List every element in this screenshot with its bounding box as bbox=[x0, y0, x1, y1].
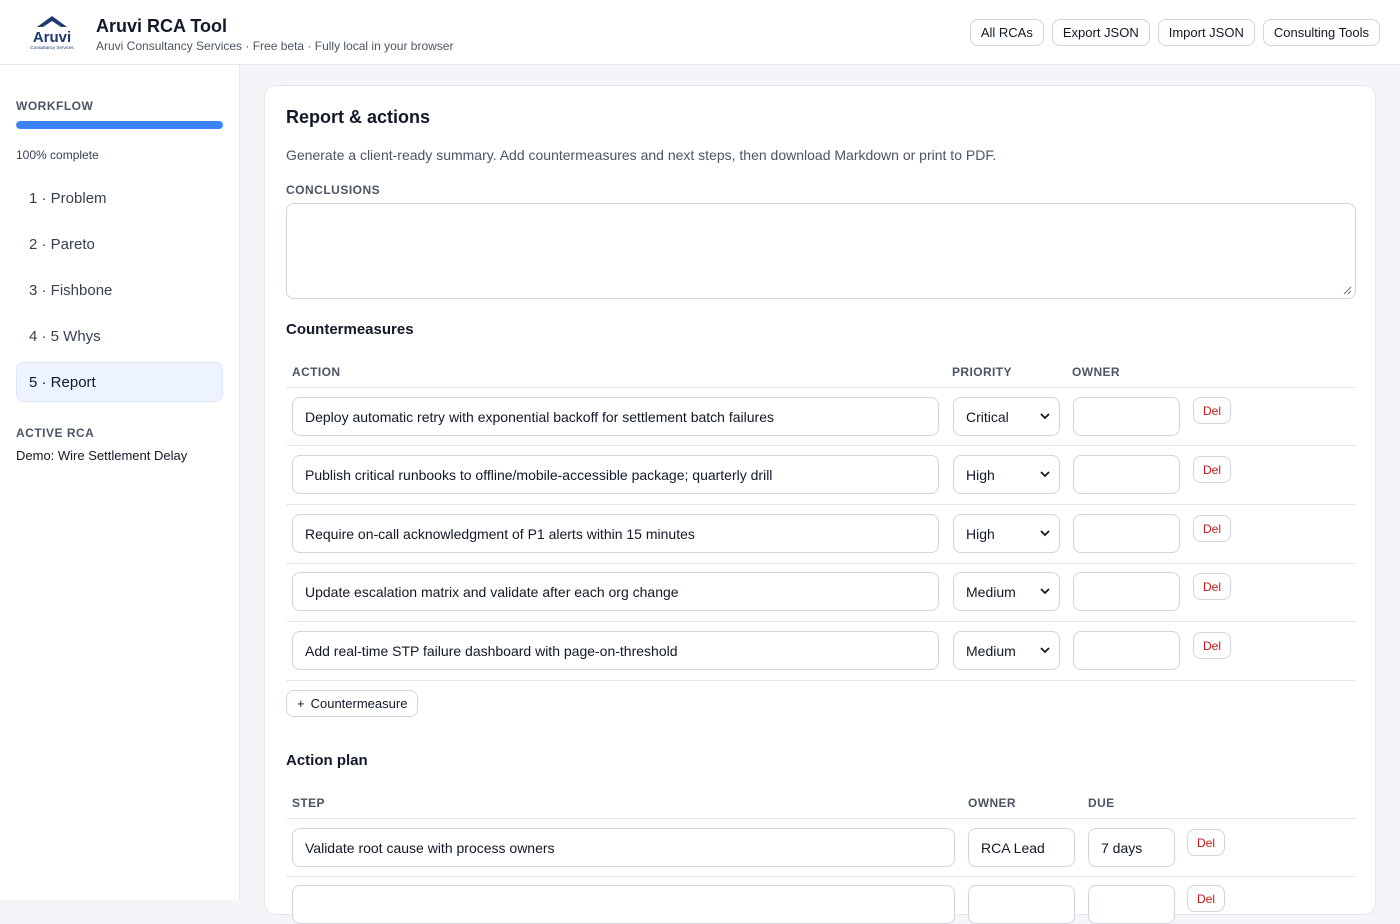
sidebar-step-fishbone[interactable]: 3 · Fishbone bbox=[16, 270, 223, 310]
page-title: Report & actions bbox=[286, 107, 431, 127]
svg-text:Aruvi: Aruvi bbox=[33, 29, 71, 46]
owner-input[interactable] bbox=[1073, 631, 1180, 670]
consulting-tools-button[interactable]: Consulting Tools bbox=[1262, 19, 1380, 46]
resize-grip-icon[interactable] bbox=[1342, 285, 1352, 295]
priority-value: High bbox=[966, 466, 995, 483]
delete-button[interactable]: Del bbox=[1193, 515, 1232, 542]
export-json-button[interactable]: Export JSON bbox=[1051, 19, 1150, 46]
priority-value: Medium bbox=[966, 642, 1016, 659]
action-due-input[interactable]: 7 days bbox=[1088, 828, 1175, 867]
progress-text: 100% complete bbox=[16, 148, 99, 162]
app-subtitle: Aruvi Consultancy Services · Free beta ·… bbox=[96, 39, 454, 53]
workflow-label: WORKFLOW bbox=[16, 99, 94, 113]
countermeasure-action-input[interactable]: Update escalation matrix and validate af… bbox=[292, 572, 939, 611]
owner-input[interactable] bbox=[1073, 397, 1180, 436]
workflow-steps: 1 · Problem 2 · Pareto 3 · Fishbone 4 · … bbox=[16, 178, 223, 408]
row-divider bbox=[286, 445, 1356, 446]
row-divider bbox=[286, 563, 1356, 564]
countermeasure-action-input[interactable]: Require on-call acknowledgment of P1 ale… bbox=[292, 514, 939, 553]
sidebar-step-problem[interactable]: 1 · Problem bbox=[16, 178, 223, 218]
priority-select[interactable]: High bbox=[953, 455, 1060, 494]
col-header-step: STEP bbox=[292, 796, 325, 810]
col-header-priority: PRIORITY bbox=[952, 365, 1012, 379]
owner-input[interactable] bbox=[1073, 514, 1180, 553]
chevron-down-icon bbox=[1040, 647, 1050, 654]
conclusions-textarea[interactable] bbox=[286, 203, 1356, 299]
priority-select[interactable]: High bbox=[953, 514, 1060, 553]
svg-text:Consultancy Services: Consultancy Services bbox=[30, 45, 74, 50]
delete-button[interactable]: Del bbox=[1187, 885, 1226, 912]
add-countermeasure-label: Countermeasure bbox=[310, 696, 408, 711]
col-header-owner: OWNER bbox=[968, 796, 1016, 810]
delete-button[interactable]: Del bbox=[1193, 632, 1232, 659]
header-actions: All RCAs Export JSON Import JSON Consult… bbox=[969, 19, 1380, 46]
brand: Aruvi RCA Tool Aruvi Consultancy Service… bbox=[96, 15, 453, 54]
add-countermeasure-button[interactable]: + Countermeasure bbox=[286, 690, 419, 717]
action-due-input[interactable] bbox=[1088, 885, 1175, 924]
app-title: Aruvi RCA Tool bbox=[96, 16, 227, 36]
import-json-button[interactable]: Import JSON bbox=[1157, 19, 1255, 46]
chevron-down-icon bbox=[1040, 413, 1050, 420]
sidebar: WORKFLOW 100% complete 1 · Problem 2 · P… bbox=[0, 65, 240, 900]
report-card: Report & actions Generate a client-ready… bbox=[264, 85, 1376, 924]
active-rca-label: ACTIVE RCA bbox=[16, 426, 95, 440]
row-divider bbox=[286, 680, 1356, 681]
action-owner-input[interactable] bbox=[968, 885, 1075, 924]
delete-button[interactable]: Del bbox=[1193, 397, 1232, 424]
countermeasures-title: Countermeasures bbox=[286, 321, 414, 338]
row-divider bbox=[286, 876, 1356, 877]
top-header: Aruvi Consultancy Services Aruvi RCA Too… bbox=[0, 0, 1400, 65]
delete-button[interactable]: Del bbox=[1193, 573, 1232, 600]
priority-select[interactable]: Medium bbox=[953, 572, 1060, 611]
workflow-progress-fill bbox=[16, 121, 223, 129]
row-divider bbox=[286, 504, 1356, 505]
col-header-owner: OWNER bbox=[1072, 365, 1120, 379]
table-divider bbox=[286, 387, 1356, 388]
all-rcas-button[interactable]: All RCAs bbox=[969, 19, 1044, 46]
priority-select[interactable]: Medium bbox=[953, 631, 1060, 670]
action-plan-title: Action plan bbox=[286, 752, 368, 769]
chevron-down-icon bbox=[1040, 471, 1050, 478]
delete-button[interactable]: Del bbox=[1193, 456, 1232, 483]
priority-value: Critical bbox=[966, 408, 1009, 425]
plus-icon: + bbox=[297, 696, 305, 711]
priority-value: Medium bbox=[966, 583, 1016, 600]
active-rca-name: Demo: Wire Settlement Delay bbox=[16, 448, 188, 463]
action-owner-input[interactable]: RCA Lead bbox=[968, 828, 1075, 867]
page-description: Generate a client-ready summary. Add cou… bbox=[286, 147, 997, 163]
priority-select[interactable]: Critical bbox=[953, 397, 1060, 436]
row-divider bbox=[286, 621, 1356, 622]
owner-input[interactable] bbox=[1073, 572, 1180, 611]
countermeasure-action-input[interactable]: Add real-time STP failure dashboard with… bbox=[292, 631, 939, 670]
countermeasure-action-input[interactable]: Publish critical runbooks to offline/mob… bbox=[292, 455, 939, 494]
priority-value: High bbox=[966, 525, 995, 542]
sidebar-step-5-whys[interactable]: 4 · 5 Whys bbox=[16, 316, 223, 356]
conclusions-label: CONCLUSIONS bbox=[286, 183, 381, 197]
action-step-input[interactable] bbox=[292, 885, 955, 924]
table-divider bbox=[286, 818, 1356, 819]
sidebar-step-report[interactable]: 5 · Report bbox=[16, 362, 223, 402]
sidebar-step-pareto[interactable]: 2 · Pareto bbox=[16, 224, 223, 264]
chevron-down-icon bbox=[1040, 588, 1050, 595]
col-header-action: ACTION bbox=[292, 365, 341, 379]
countermeasure-action-input[interactable]: Deploy automatic retry with exponential … bbox=[292, 397, 939, 436]
aruvi-logo: Aruvi Consultancy Services bbox=[30, 16, 74, 50]
workflow-progress-bar bbox=[16, 121, 223, 129]
delete-button[interactable]: Del bbox=[1187, 829, 1226, 856]
action-step-input[interactable]: Validate root cause with process owners bbox=[292, 828, 955, 867]
chevron-down-icon bbox=[1040, 530, 1050, 537]
owner-input[interactable] bbox=[1073, 455, 1180, 494]
col-header-due: DUE bbox=[1088, 796, 1115, 810]
